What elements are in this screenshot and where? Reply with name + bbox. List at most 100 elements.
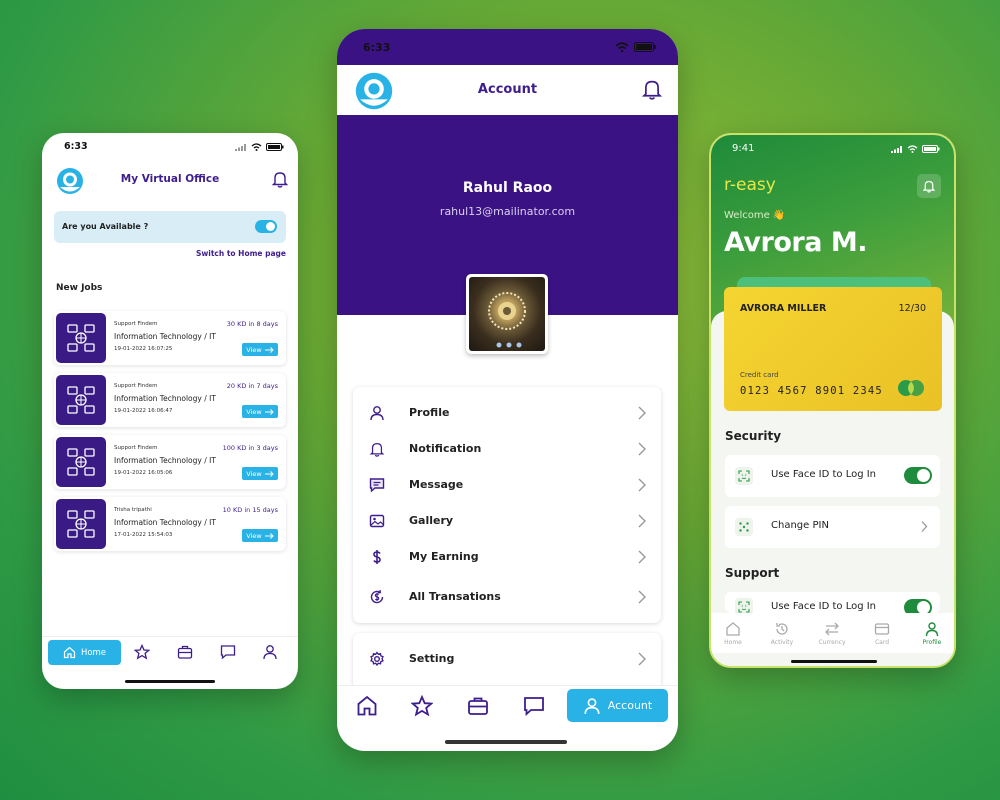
- history-icon: [776, 623, 788, 635]
- credit-card[interactable]: AVRORA MILLER 12/30 Credit card 0123 456…: [724, 287, 942, 411]
- view-button[interactable]: View: [242, 529, 278, 542]
- battery-icon: [922, 145, 940, 153]
- notification-button[interactable]: [917, 174, 941, 198]
- setting-card: Setting: [353, 633, 661, 689]
- tab-activity[interactable]: Activity: [762, 621, 802, 646]
- face-id-icon: [735, 598, 753, 613]
- user-icon[interactable]: [262, 644, 278, 660]
- gallery-icon: [369, 514, 385, 528]
- job-card[interactable]: Support Findem 100 KD in 3 days Informat…: [54, 435, 286, 489]
- job-pay: 30 KD in 8 days: [226, 320, 278, 328]
- status-time: 6:33: [363, 41, 391, 54]
- menu-item-profile[interactable]: Profile: [353, 395, 661, 431]
- home-indicator: [445, 740, 567, 744]
- status-time: 9:41: [732, 143, 755, 154]
- nav-home-button[interactable]: Home: [48, 640, 121, 665]
- support-title: Support: [725, 566, 780, 580]
- job-card[interactable]: Trisha tripathi 10 KD in 15 days Informa…: [54, 497, 286, 551]
- availability-toggle[interactable]: [255, 220, 277, 233]
- menu-item-setting[interactable]: Setting: [353, 641, 661, 677]
- setting-change-pin[interactable]: Change PIN: [725, 506, 940, 548]
- card-number: 0123 4567 8901 2345: [740, 385, 883, 397]
- tab-currency[interactable]: Currency: [812, 621, 852, 646]
- status-icons: [891, 145, 940, 153]
- job-date: 19-01-2022 16:05:06: [114, 470, 173, 476]
- home-icon[interactable]: [356, 695, 378, 717]
- dollar-icon: [373, 550, 381, 564]
- job-poster: Support Findem: [114, 321, 158, 327]
- menu-item-gallery[interactable]: Gallery: [353, 503, 661, 539]
- status-icons: [615, 42, 656, 52]
- mastercard-icon: [898, 380, 924, 396]
- profile-icon: [925, 622, 939, 637]
- nav-account-button[interactable]: Account: [567, 689, 668, 722]
- status-bar: 6:33: [337, 29, 678, 65]
- switch-home-link[interactable]: Switch to Home page: [196, 249, 286, 258]
- job-category: Information Technology / IT: [114, 332, 216, 341]
- tab-label: Home: [724, 639, 742, 646]
- chat-icon[interactable]: [523, 695, 545, 717]
- wifi-icon: [251, 143, 262, 151]
- view-button[interactable]: View: [242, 467, 278, 480]
- network-icon: [56, 499, 106, 549]
- chevron-right-icon: [921, 521, 928, 532]
- chevron-right-icon: [638, 652, 646, 666]
- menu-item-label: Gallery: [409, 514, 454, 527]
- exchange-icon: [825, 622, 839, 636]
- menu-item-my-earning[interactable]: My Earning: [353, 539, 661, 575]
- job-card[interactable]: Support Findem 20 KD in 7 days Informati…: [54, 373, 286, 427]
- menu-item-label: Setting: [409, 652, 455, 665]
- section-title: New Jobs: [56, 283, 103, 293]
- arrow-right-icon: [264, 346, 274, 353]
- menu-item-notification[interactable]: Notification: [353, 431, 661, 467]
- job-pay: 100 KD in 3 days: [222, 444, 278, 452]
- bell-icon[interactable]: [642, 78, 662, 100]
- bottom-nav: Account: [337, 685, 678, 725]
- support-face-id-toggle[interactable]: [904, 599, 932, 613]
- setting-label: Use Face ID to Log In: [771, 601, 877, 612]
- menu-item-all-transactions[interactable]: All Transations: [353, 579, 661, 615]
- card-type: Credit card: [740, 371, 779, 379]
- star-icon[interactable]: [134, 644, 150, 660]
- star-icon[interactable]: [411, 695, 433, 717]
- availability-label: Are you Available ?: [62, 222, 149, 231]
- home-icon: [726, 622, 740, 636]
- avatar[interactable]: [466, 274, 548, 354]
- bottom-tab-bar: Home Activity Currency Card Profile: [711, 613, 954, 653]
- home-indicator: [791, 660, 877, 663]
- user-icon: [370, 406, 384, 421]
- view-button[interactable]: View: [242, 405, 278, 418]
- setting-face-id[interactable]: Use Face ID to Log In: [725, 455, 940, 497]
- job-card[interactable]: Support Findem 30 KD in 8 days Informati…: [54, 311, 286, 365]
- message-icon: [369, 478, 385, 493]
- bell-icon: [369, 443, 385, 457]
- setting-support-face-id[interactable]: Use Face ID to Log In: [725, 592, 940, 613]
- job-category: Information Technology / IT: [114, 518, 216, 527]
- bell-icon[interactable]: [272, 170, 288, 188]
- briefcase-icon[interactable]: [467, 695, 489, 717]
- user-name: Rahul Raoo: [462, 180, 553, 196]
- chevron-right-icon: [638, 406, 646, 420]
- account-phone: 6:33 Account Rahul Raoo rahul13@mailinat…: [337, 29, 678, 751]
- view-label: View: [246, 531, 262, 540]
- chat-icon[interactable]: [220, 644, 236, 660]
- menu-item-message[interactable]: Message: [353, 467, 661, 503]
- page-title: Account: [477, 82, 538, 97]
- face-id-toggle[interactable]: [904, 467, 932, 484]
- brand-logo: r-easy: [724, 175, 776, 195]
- tab-profile[interactable]: Profile: [912, 621, 952, 646]
- network-icon: [56, 313, 106, 363]
- briefcase-icon[interactable]: [177, 644, 193, 660]
- pin-icon: [735, 518, 753, 536]
- tab-card[interactable]: Card: [862, 621, 902, 646]
- wifi-icon: [615, 42, 629, 52]
- bottom-nav: Home: [42, 636, 298, 668]
- network-icon: [56, 437, 106, 487]
- arrow-right-icon: [264, 470, 274, 477]
- arrow-right-icon: [264, 532, 274, 539]
- signal-icon: [235, 143, 246, 151]
- status-bar: 6:33: [42, 141, 298, 155]
- view-button[interactable]: View: [242, 343, 278, 356]
- r-easy-phone: 9:41 r-easy Welcome 👋 Avrora M. AVRORA M…: [709, 133, 956, 668]
- tab-home[interactable]: Home: [713, 621, 753, 646]
